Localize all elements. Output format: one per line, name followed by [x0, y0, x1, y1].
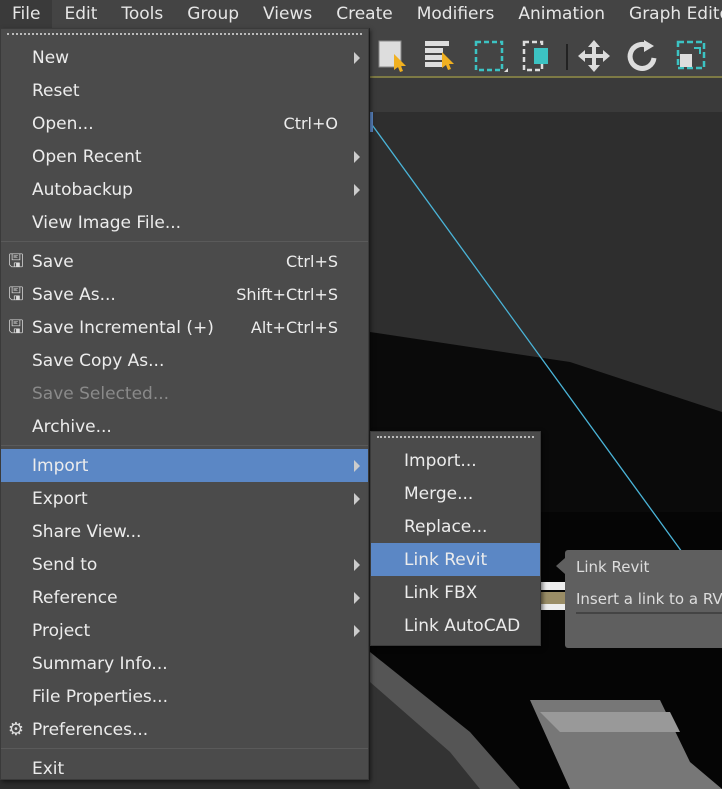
submenu-arrow-icon [354, 591, 360, 604]
menu-item-import[interactable]: Import [1, 449, 368, 482]
submenu-arrow-icon [354, 624, 360, 637]
menu-modifiers[interactable]: Modifiers [405, 0, 507, 28]
save-incremental-icon: 🖫 [8, 316, 24, 338]
menu-item-label: File Properties... [32, 686, 168, 707]
rectangular-selection-icon[interactable] [472, 38, 508, 74]
menu-item-autobackup[interactable]: Autobackup [1, 173, 368, 206]
menu-item-label: Send to [32, 554, 98, 575]
submenu-item-merge[interactable]: Merge... [371, 477, 540, 510]
separator [1, 241, 368, 242]
menu-item-send-to[interactable]: Send to [1, 548, 368, 581]
shortcut: Shift+Ctrl+S [236, 285, 338, 304]
menu-item-label: Project [32, 620, 91, 641]
separator [1, 748, 368, 749]
menu-item-label: New [32, 47, 70, 68]
menu-item-label: Reset [32, 80, 80, 101]
separator [1, 445, 368, 446]
menu-group[interactable]: Group [175, 0, 251, 28]
submenu-item-link-revit[interactable]: Link Revit [371, 543, 540, 576]
menu-item-label: Open... [32, 113, 94, 134]
menu-item-project[interactable]: Project [1, 614, 368, 647]
save-as-icon: 🖫 [8, 283, 24, 305]
tear-off-handle[interactable] [377, 436, 534, 441]
window-crossing-icon[interactable] [520, 38, 556, 74]
file-menu: New Reset Open... Ctrl+O Open Recent Autoback… [0, 28, 369, 780]
menu-item-view-image-file[interactable]: View Image File... [1, 206, 368, 239]
menu-edit[interactable]: Edit [52, 0, 109, 28]
submenu-item-link-autocad[interactable]: Link AutoCAD [371, 609, 540, 642]
save-icon: 🖫 [8, 250, 24, 272]
menu-item-open[interactable]: Open... Ctrl+O [1, 107, 368, 140]
menu-item-file-properties[interactable]: File Properties... [1, 680, 368, 713]
menu-item-label: Save [32, 251, 74, 272]
menu-item-label: Exit [32, 758, 65, 779]
menu-item-share-view[interactable]: Share View... [1, 515, 368, 548]
menu-item-label: Autobackup [32, 179, 133, 200]
submenu-arrow-icon [354, 558, 360, 571]
menu-item-reset[interactable]: Reset [1, 74, 368, 107]
submenu-item-import[interactable]: Import... [371, 444, 540, 477]
menu-views[interactable]: Views [251, 0, 324, 28]
submenu-arrow-icon [354, 459, 360, 472]
tear-off-handle[interactable] [7, 33, 362, 38]
tooltip-description: Insert a link to a RVT [576, 590, 722, 614]
menu-item-label: Share View... [32, 521, 142, 542]
menu-item-save-as[interactable]: 🖫 Save As... Shift+Ctrl+S [1, 278, 368, 311]
menu-item-archive[interactable]: Archive... [1, 410, 368, 443]
menu-item-label: Reference [32, 587, 118, 608]
menu-tools[interactable]: Tools [109, 0, 175, 28]
main-toolbar [370, 28, 722, 112]
submenu-arrow-icon [354, 51, 360, 64]
menu-create[interactable]: Create [324, 0, 405, 28]
select-object-icon[interactable] [376, 38, 412, 74]
move-icon[interactable] [576, 38, 612, 74]
shortcut: Alt+Ctrl+S [250, 318, 338, 337]
menu-item-summary-info[interactable]: Summary Info... [1, 647, 368, 680]
menu-animation[interactable]: Animation [506, 0, 617, 28]
menu-item-save-copy-as[interactable]: Save Copy As... [1, 344, 368, 377]
menu-item-label: Save Incremental (+) [32, 317, 214, 338]
menu-item-save-incremental[interactable]: 🖫 Save Incremental (+) Alt+Ctrl+S [1, 311, 368, 344]
submenu-arrow-icon [354, 492, 360, 505]
menu-item-label: Archive... [32, 416, 112, 437]
menu-item-reference[interactable]: Reference [1, 581, 368, 614]
rotate-icon[interactable] [624, 38, 660, 74]
submenu-arrow-icon [354, 183, 360, 196]
menu-item-open-recent[interactable]: Open Recent [1, 140, 368, 173]
menu-item-new[interactable]: New [1, 41, 368, 74]
menu-item-label: Import [32, 455, 89, 476]
menu-file[interactable]: File [0, 0, 53, 28]
menu-item-label: Open Recent [32, 146, 142, 167]
submenu-item-replace[interactable]: Replace... [371, 510, 540, 543]
tooltip: Link Revit Insert a link to a RVT [556, 550, 722, 648]
menu-item-preferences[interactable]: ⚙ Preferences... [1, 713, 368, 746]
shortcut: Ctrl+S [285, 252, 338, 271]
menu-item-label: View Image File... [32, 212, 182, 233]
menu-item-label: Save Selected... [32, 383, 170, 404]
menu-item-label: Summary Info... [32, 653, 168, 674]
preferences-icon: ⚙ [7, 718, 25, 740]
import-submenu: Import... Merge... Replace... Link Revit Lin… [370, 431, 541, 646]
menu-bar: File Edit Tools Group Views Create Modifiers An… [0, 0, 722, 28]
menu-item-export[interactable]: Export [1, 482, 368, 515]
scale-icon[interactable] [674, 38, 710, 74]
menu-item-save-selected: Save Selected... [1, 377, 368, 410]
submenu-item-link-fbx[interactable]: Link FBX [371, 576, 540, 609]
menu-item-save[interactable]: 🖫 Save Ctrl+S [1, 245, 368, 278]
menu-item-label: Save Copy As... [32, 350, 165, 371]
menu-item-label: Save As... [32, 284, 116, 305]
shortcut: Ctrl+O [283, 114, 338, 133]
submenu-arrow-icon [354, 150, 360, 163]
menu-item-label: Preferences... [32, 719, 149, 740]
select-by-name-icon[interactable] [422, 38, 458, 74]
menu-graph-editors[interactable]: Graph Editors [617, 0, 722, 28]
menu-item-exit[interactable]: Exit [1, 752, 368, 785]
tooltip-title: Link Revit [576, 558, 650, 576]
menu-item-label: Export [32, 488, 88, 509]
